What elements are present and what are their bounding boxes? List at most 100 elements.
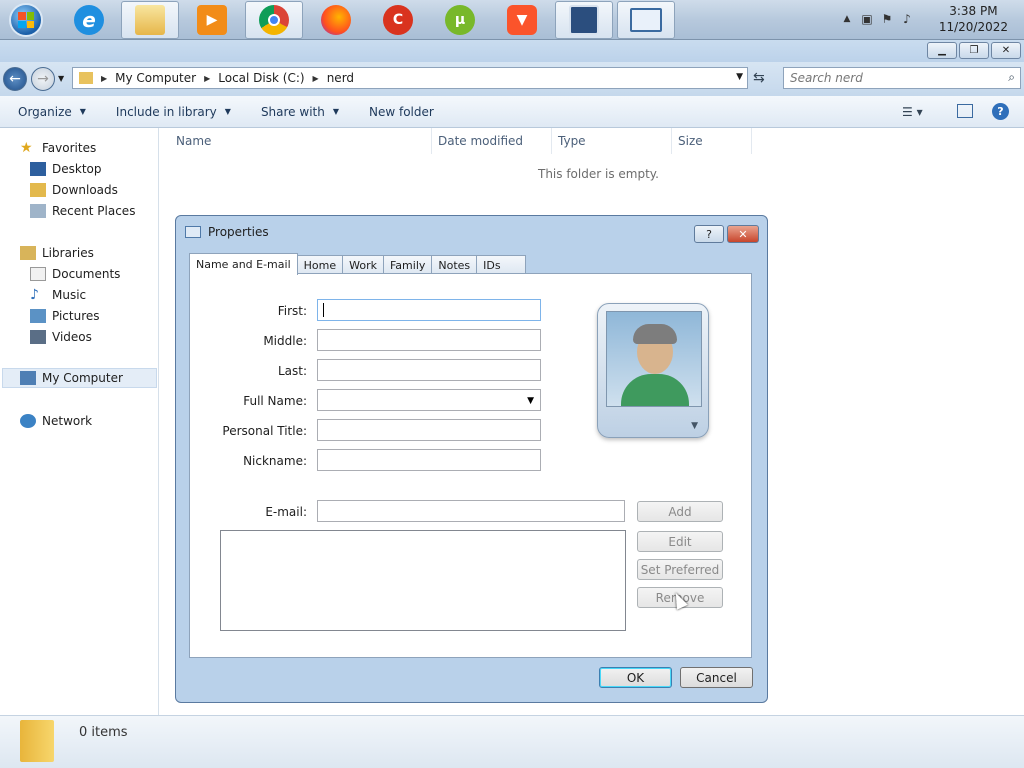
window-caption: ▁ ❐ ✕ [0, 40, 1024, 62]
search-icon[interactable]: ⌕ [1008, 70, 1015, 85]
middle-label: Middle: [263, 334, 307, 348]
taskbar-contacts-app[interactable] [617, 1, 675, 39]
empty-folder-message: This folder is empty. [538, 167, 659, 181]
breadcrumb-my-computer[interactable]: My Computer [115, 71, 196, 85]
nav-network[interactable]: Network [20, 411, 92, 431]
refresh-icon[interactable]: ⇆ [753, 70, 765, 86]
taskbar-brave[interactable]: ▼ [493, 1, 551, 39]
email-list[interactable] [220, 530, 626, 631]
breadcrumb-chevron-icon[interactable]: ▶ [204, 74, 210, 83]
taskbar-firefox[interactable] [307, 1, 365, 39]
tab-notes[interactable]: Notes [431, 255, 478, 275]
tab-ids[interactable]: IDs [476, 255, 526, 275]
taskbar-file-explorer[interactable] [121, 1, 179, 39]
contact-photo-button[interactable]: ▼ [597, 303, 709, 438]
forward-button[interactable]: → [31, 67, 55, 91]
column-type[interactable]: Type [550, 128, 672, 154]
media-player-icon: ▶ [197, 5, 227, 35]
preview-pane-icon[interactable] [957, 104, 973, 118]
cancel-button[interactable]: Cancel [680, 667, 753, 688]
chrome-icon [259, 5, 289, 35]
column-name[interactable]: Name [168, 128, 432, 154]
windows-logo-icon [9, 3, 43, 37]
dialog-help-label: ? [706, 227, 712, 241]
nav-libraries[interactable]: Libraries [20, 243, 94, 263]
last-name-field[interactable] [317, 359, 541, 381]
nav-videos-label: Videos [52, 330, 92, 344]
nickname-field[interactable] [317, 449, 541, 471]
search-input[interactable]: Search nerd ⌕ [783, 67, 1021, 89]
personal-title-label: Personal Title: [222, 424, 307, 438]
tab-home[interactable]: Home [296, 255, 344, 275]
brave-icon: ▼ [507, 5, 537, 35]
chevron-down-icon: ▼ [527, 396, 534, 406]
breadcrumb-nerd[interactable]: nerd [327, 71, 354, 85]
volume-icon[interactable]: ♪ [900, 12, 914, 26]
nav-network-label: Network [42, 414, 93, 428]
full-name-select[interactable]: ▼ [317, 389, 541, 411]
taskbar-paint-app[interactable] [555, 1, 613, 39]
nickname-label: Nickname: [243, 454, 307, 468]
first-label: First: [277, 304, 307, 318]
action-center-flag-icon[interactable]: ⚑ [880, 12, 894, 26]
include-in-library-menu[interactable]: Include in library ▼ [116, 105, 231, 119]
share-with-menu[interactable]: Share with ▼ [261, 105, 339, 119]
recent-pages-chevron-icon[interactable]: ▼ [58, 74, 64, 83]
organize-menu[interactable]: Organize ▼ [18, 105, 86, 119]
nav-recent-places[interactable]: Recent Places [30, 201, 135, 221]
email-field[interactable] [317, 500, 625, 522]
column-name-label: Name [176, 134, 212, 148]
dialog-close-button[interactable]: ✕ [727, 225, 759, 243]
nav-downloads[interactable]: Downloads [30, 180, 118, 200]
restore-button[interactable]: ❐ [959, 42, 989, 59]
tab-work[interactable]: Work [342, 255, 384, 275]
breadcrumb-chevron-icon[interactable]: ▶ [101, 74, 107, 83]
nav-favorites[interactable]: ★ Favorites [20, 138, 96, 158]
nav-my-computer[interactable]: My Computer [2, 368, 157, 388]
new-folder-button[interactable]: New folder [369, 105, 434, 119]
taskbar-chrome[interactable] [245, 1, 303, 39]
tab-family[interactable]: Family [382, 255, 433, 275]
internet-explorer-icon: e [74, 5, 104, 35]
nav-music[interactable]: ♪ Music [30, 285, 86, 305]
network-icon[interactable]: ▣ [860, 12, 874, 26]
address-field[interactable]: ▶ My Computer ▶ Local Disk (C:) ▶ nerd ▼ [72, 67, 748, 89]
set-preferred-button[interactable]: Set Preferred [637, 559, 723, 580]
personal-title-field[interactable] [317, 419, 541, 441]
nav-videos[interactable]: Videos [30, 327, 92, 347]
back-button[interactable]: ← [3, 67, 27, 91]
tab-name-and-email[interactable]: Name and E-mail [189, 253, 298, 275]
chevron-down-icon: ▼ [691, 421, 698, 431]
taskbar-internet-explorer[interactable]: e [60, 1, 118, 39]
clock[interactable]: 3:38 PM 11/20/2022 [939, 3, 1008, 35]
column-date-modified[interactable]: Date modified [430, 128, 552, 154]
taskbar-media-player[interactable]: ▶ [183, 1, 241, 39]
show-hidden-icons-icon[interactable]: ▲ [840, 12, 854, 26]
dialog-help-button[interactable]: ? [694, 225, 724, 243]
help-icon[interactable]: ? [992, 103, 1009, 120]
column-headers: Name Date modified Type Size [160, 128, 1024, 154]
middle-name-field[interactable] [317, 329, 541, 351]
nav-desktop[interactable]: Desktop [30, 159, 102, 179]
taskbar-utorrent[interactable]: µ [431, 1, 489, 39]
nav-documents[interactable]: Documents [30, 264, 120, 284]
start-button[interactable] [2, 1, 50, 39]
taskbar-ccleaner[interactable]: C [369, 1, 427, 39]
desktop-icon [30, 162, 46, 176]
close-window-button[interactable]: ✕ [991, 42, 1021, 59]
status-bar: 0 items [0, 715, 1024, 768]
breadcrumb-local-disk[interactable]: Local Disk (C:) [218, 71, 304, 85]
ok-button[interactable]: OK [599, 667, 672, 688]
view-options-icon[interactable]: ☰ ▾ [902, 105, 923, 119]
address-dropdown-icon[interactable]: ▼ [736, 72, 743, 82]
edit-email-button[interactable]: Edit [637, 531, 723, 552]
minimize-button[interactable]: ▁ [927, 42, 957, 59]
full-name-label: Full Name: [243, 394, 307, 408]
column-size[interactable]: Size [670, 128, 752, 154]
clock-time: 3:38 PM [949, 4, 998, 18]
nav-pictures[interactable]: Pictures [30, 306, 100, 326]
breadcrumb-chevron-icon[interactable]: ▶ [313, 74, 319, 83]
add-email-button[interactable]: Add [637, 501, 723, 522]
column-date-label: Date modified [438, 134, 524, 148]
first-name-field[interactable] [317, 299, 541, 321]
